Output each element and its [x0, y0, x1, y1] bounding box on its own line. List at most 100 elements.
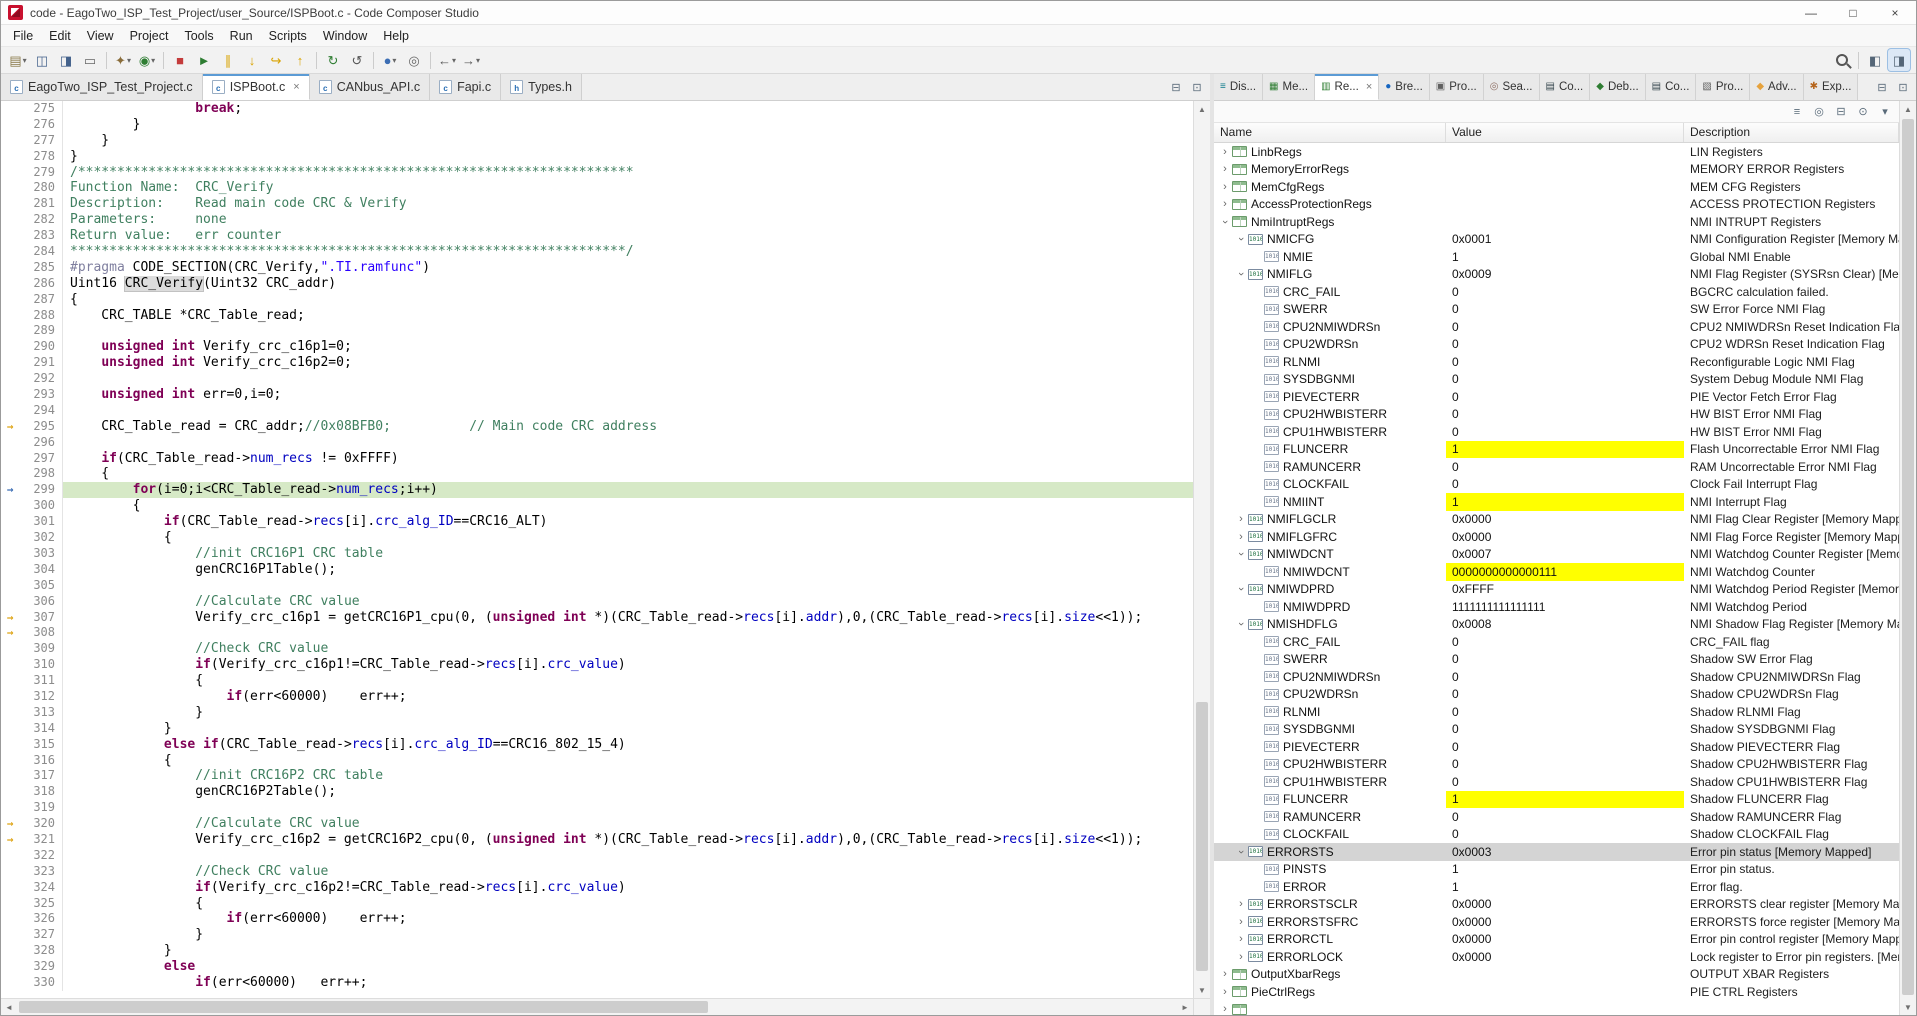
register-row[interactable]: ›PieCtrlRegsPIE CTRL Registers — [1214, 983, 1899, 1001]
line-number[interactable]: 303 — [19, 546, 63, 562]
code-line[interactable]: 291 unsigned int Verify_crc_c16p2=0; — [1, 355, 1193, 371]
view-tab-memory-browser[interactable]: ▦Me... — [1263, 74, 1315, 100]
editor-tab[interactable]: cISPBoot.c× — [203, 74, 310, 100]
line-number[interactable]: 326 — [19, 911, 63, 927]
editor-vscroll-thumb[interactable] — [1196, 702, 1208, 971]
perspective-debug-button[interactable]: ◨ — [1888, 49, 1910, 71]
view-tab-console-2[interactable]: ▤Co... — [1646, 74, 1697, 100]
register-row[interactable]: 1010CRC_FAIL0CRC_FAIL flag — [1214, 633, 1899, 651]
code-line[interactable]: 284*************************************… — [1, 244, 1193, 260]
register-row[interactable]: 1010SWERR0Shadow SW Error Flag — [1214, 651, 1899, 669]
line-number[interactable]: 298 — [19, 466, 63, 482]
code-line[interactable]: 304 genCRC16P1Table(); — [1, 562, 1193, 578]
code-line[interactable]: →299 for(i=0;i<CRC_Table_read->num_recs;… — [1, 482, 1193, 498]
view-tab-properties[interactable]: ▧Pro... — [1696, 74, 1750, 100]
close-icon[interactable]: × — [293, 81, 299, 93]
register-row[interactable]: ›OutputXbarRegsOUTPUT XBAR Registers — [1214, 966, 1899, 984]
code-line[interactable]: 313 } — [1, 705, 1193, 721]
register-row[interactable]: 1010RLNMI0Shadow RLNMI Flag — [1214, 703, 1899, 721]
code-area[interactable]: 275 break;276 }277 }278}279/************… — [1, 101, 1193, 998]
code-line[interactable]: 281Description: Read main code CRC & Ver… — [1, 196, 1193, 212]
tree-chevron-icon[interactable]: › — [1235, 845, 1247, 859]
register-row[interactable]: 1010RAMUNCERR0RAM Uncorrectable Error NM… — [1214, 458, 1899, 476]
tree-chevron-icon[interactable]: › — [1234, 933, 1248, 945]
line-number[interactable]: 306 — [19, 594, 63, 610]
line-number[interactable]: 327 — [19, 927, 63, 943]
code-line[interactable]: 327 } — [1, 927, 1193, 943]
code-line[interactable]: 322 — [1, 848, 1193, 864]
maximize-button[interactable]: □ — [1832, 1, 1874, 25]
register-row[interactable]: ›1010NMIFLGFRC0x0000NMI Flag Force Regis… — [1214, 528, 1899, 546]
line-number[interactable]: 301 — [19, 514, 63, 530]
column-header-name[interactable]: Name — [1214, 123, 1446, 142]
code-line[interactable]: 324 if(Verify_crc_c16p2!=CRC_Table_read-… — [1, 880, 1193, 896]
editor-tab[interactable]: cFapi.c — [430, 74, 501, 100]
register-row[interactable]: 1010NMIWDPRD1111111111111111NMI Watchdog… — [1214, 598, 1899, 616]
tree-chevron-icon[interactable]: › — [1218, 968, 1232, 980]
maximize-view-icon[interactable]: ⊡ — [1188, 81, 1206, 94]
register-row[interactable]: ›AccessProtectionRegsACCESS PROTECTION R… — [1214, 196, 1899, 214]
line-number[interactable]: 294 — [19, 403, 63, 419]
line-number[interactable]: 293 — [19, 387, 63, 403]
code-line[interactable]: 316 { — [1, 753, 1193, 769]
line-number[interactable]: 290 — [19, 339, 63, 355]
register-row[interactable]: 1010SWERR0SW Error Force NMI Flag — [1214, 301, 1899, 319]
line-number[interactable]: 311 — [19, 673, 63, 689]
line-number[interactable]: 315 — [19, 737, 63, 753]
tree-chevron-icon[interactable]: › — [1218, 1003, 1232, 1015]
line-number[interactable]: 318 — [19, 784, 63, 800]
tree-chevron-icon[interactable]: › — [1234, 951, 1248, 963]
code-line[interactable]: 328 } — [1, 943, 1193, 959]
tree-chevron-icon[interactable]: › — [1235, 582, 1247, 596]
scroll-right-icon[interactable]: ► — [1177, 1003, 1193, 1012]
register-row[interactable]: ›1010ERRORLOCK0x0000Lock register to Err… — [1214, 948, 1899, 966]
register-row[interactable]: 1010RAMUNCERR0Shadow RAMUNCERR Flag — [1214, 808, 1899, 826]
code-line[interactable]: 276 } — [1, 117, 1193, 133]
editor-tab[interactable]: hTypes.h — [501, 74, 582, 100]
register-row[interactable]: › — [1214, 1001, 1899, 1016]
column-header-description[interactable]: Description — [1684, 123, 1899, 142]
debug-button[interactable]: ◉▾ — [136, 49, 158, 71]
line-number[interactable]: 279 — [19, 165, 63, 181]
line-number[interactable]: 304 — [19, 562, 63, 578]
line-number[interactable]: 329 — [19, 959, 63, 975]
register-row[interactable]: 1010ERROR1Error flag. — [1214, 878, 1899, 896]
watch-button[interactable]: ◎ — [403, 49, 425, 71]
tree-chevron-icon[interactable]: › — [1218, 163, 1232, 175]
register-row[interactable]: 1010CPU2WDRSn0CPU2 WDRSn Reset Indicatio… — [1214, 336, 1899, 354]
close-icon[interactable]: × — [1366, 81, 1372, 93]
resume-button[interactable]: ► — [193, 49, 215, 71]
line-number[interactable]: 300 — [19, 498, 63, 514]
line-number[interactable]: 287 — [19, 292, 63, 308]
code-line[interactable]: 323 //Check CRC value — [1, 864, 1193, 880]
register-row[interactable]: 1010CRC_FAIL0BGCRC calculation failed. — [1214, 283, 1899, 301]
line-number[interactable]: 307 — [19, 610, 63, 626]
minimize-view-icon[interactable]: ⊟ — [1167, 81, 1185, 94]
line-number[interactable]: 297 — [19, 451, 63, 467]
toggle-breakpoint-button[interactable]: ●▾ — [379, 49, 401, 71]
code-line[interactable]: 312 if(err<60000) err++; — [1, 689, 1193, 705]
code-line[interactable]: 277 } — [1, 133, 1193, 149]
register-row[interactable]: ›1010NMIWDPRD0xFFFFNMI Watchdog Period R… — [1214, 581, 1899, 599]
save-button[interactable]: ◫ — [31, 49, 53, 71]
code-line[interactable]: 330 if(err<60000) err++; — [1, 975, 1193, 991]
line-number[interactable]: 323 — [19, 864, 63, 880]
tree-chevron-icon[interactable]: › — [1234, 916, 1248, 928]
code-line[interactable]: 293 unsigned int err=0,i=0; — [1, 387, 1193, 403]
code-line[interactable]: 294 — [1, 403, 1193, 419]
number-format-button[interactable]: ≡ — [1787, 103, 1807, 121]
code-line[interactable]: 279/************************************… — [1, 165, 1193, 181]
line-number[interactable]: 281 — [19, 196, 63, 212]
maximize-view-icon[interactable]: ⊡ — [1894, 81, 1912, 94]
tree-chevron-icon[interactable]: › — [1218, 198, 1232, 210]
register-row[interactable]: ›1010NMIFLGCLR0x0000NMI Flag Clear Regis… — [1214, 511, 1899, 529]
scroll-left-icon[interactable]: ◄ — [1, 1003, 17, 1012]
print-button[interactable]: ▭ — [79, 49, 101, 71]
line-number[interactable]: 299 — [19, 482, 63, 498]
tree-chevron-icon[interactable]: › — [1219, 215, 1231, 229]
menu-edit[interactable]: Edit — [41, 27, 79, 45]
code-line[interactable]: 286Uint16 CRC_Verify(Uint32 CRC_addr) — [1, 276, 1193, 292]
tree-chevron-icon[interactable]: › — [1235, 232, 1247, 246]
code-line[interactable]: 300 { — [1, 498, 1193, 514]
view-tab-advice[interactable]: ◆Adv... — [1750, 74, 1803, 100]
